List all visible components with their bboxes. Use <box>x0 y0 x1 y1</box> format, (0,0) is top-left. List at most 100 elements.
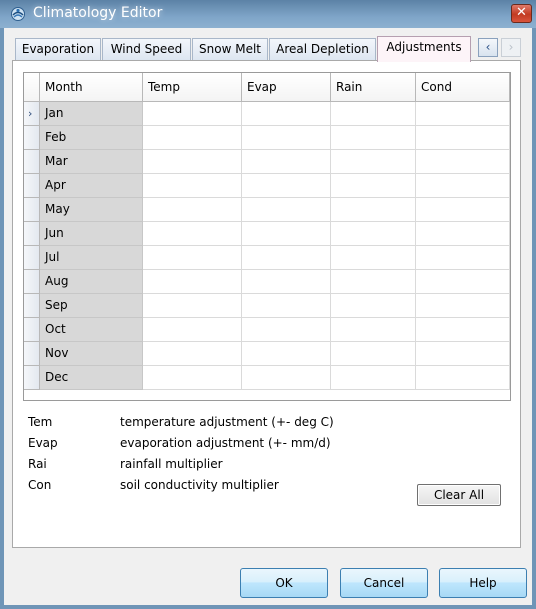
row-header[interactable] <box>24 294 40 318</box>
row-header[interactable]: › <box>24 102 40 126</box>
month-cell[interactable]: Jan <box>40 102 143 126</box>
temp-cell[interactable] <box>143 174 242 198</box>
tab-scroll-right-button[interactable]: › <box>501 38 521 57</box>
evap-cell[interactable] <box>242 222 331 246</box>
cond-cell[interactable] <box>416 126 510 150</box>
month-cell[interactable]: Oct <box>40 318 143 342</box>
month-cell[interactable]: Jun <box>40 222 143 246</box>
table-row[interactable]: Oct <box>24 318 510 342</box>
month-cell[interactable]: Aug <box>40 270 143 294</box>
month-cell[interactable]: May <box>40 198 143 222</box>
row-header[interactable] <box>24 366 40 390</box>
rain-cell[interactable] <box>331 222 416 246</box>
temp-cell[interactable] <box>143 366 242 390</box>
table-row[interactable]: Jun <box>24 222 510 246</box>
table-row[interactable]: › Jan <box>24 102 510 126</box>
temp-cell[interactable] <box>143 246 242 270</box>
month-cell[interactable]: Mar <box>40 150 143 174</box>
cond-cell[interactable] <box>416 342 510 366</box>
ok-button[interactable]: OK <box>240 568 328 598</box>
tab-areal-depletion[interactable]: Areal Depletion <box>269 38 376 60</box>
evap-cell[interactable] <box>242 150 331 174</box>
temp-cell[interactable] <box>143 126 242 150</box>
evap-cell[interactable] <box>242 270 331 294</box>
temp-cell[interactable] <box>143 318 242 342</box>
row-header[interactable] <box>24 318 40 342</box>
month-cell[interactable]: Dec <box>40 366 143 390</box>
rain-cell[interactable] <box>331 102 416 126</box>
evap-cell[interactable] <box>242 294 331 318</box>
table-row[interactable]: Dec <box>24 366 510 390</box>
evap-cell[interactable] <box>242 174 331 198</box>
column-header-rain[interactable]: Rain <box>331 73 416 102</box>
table-row[interactable]: Aug <box>24 270 510 294</box>
month-cell[interactable]: Apr <box>40 174 143 198</box>
rain-cell[interactable] <box>331 318 416 342</box>
temp-cell[interactable] <box>143 150 242 174</box>
adjustments-grid[interactable]: Month Temp Evap Rain Cond › Jan Feb Mar Apr M… <box>23 72 511 401</box>
temp-cell[interactable] <box>143 294 242 318</box>
cond-cell[interactable] <box>416 246 510 270</box>
table-row[interactable]: Feb <box>24 126 510 150</box>
column-header-evap[interactable]: Evap <box>242 73 331 102</box>
column-header-temp[interactable]: Temp <box>143 73 242 102</box>
cond-cell[interactable] <box>416 222 510 246</box>
table-row[interactable]: May <box>24 198 510 222</box>
cond-cell[interactable] <box>416 318 510 342</box>
evap-cell[interactable] <box>242 366 331 390</box>
row-header[interactable] <box>24 174 40 198</box>
tab-wind-speed[interactable]: Wind Speed <box>102 38 191 60</box>
cond-cell[interactable] <box>416 198 510 222</box>
rain-cell[interactable] <box>331 174 416 198</box>
month-cell[interactable]: Sep <box>40 294 143 318</box>
title-bar[interactable]: Climatology Editor ✕ <box>0 0 536 28</box>
cond-cell[interactable] <box>416 294 510 318</box>
cond-cell[interactable] <box>416 174 510 198</box>
tab-evaporation[interactable]: Evaporation <box>15 38 101 60</box>
evap-cell[interactable] <box>242 318 331 342</box>
column-header-month[interactable]: Month <box>40 73 143 102</box>
month-cell[interactable]: Jul <box>40 246 143 270</box>
cond-cell[interactable] <box>416 270 510 294</box>
rain-cell[interactable] <box>331 246 416 270</box>
table-row[interactable]: Jul <box>24 246 510 270</box>
rain-cell[interactable] <box>331 270 416 294</box>
tab-adjustments[interactable]: Adjustments <box>377 36 471 62</box>
temp-cell[interactable] <box>143 198 242 222</box>
cancel-button[interactable]: Cancel <box>340 568 428 598</box>
tab-snow-melt[interactable]: Snow Melt <box>192 38 268 60</box>
rain-cell[interactable] <box>331 366 416 390</box>
month-cell[interactable]: Nov <box>40 342 143 366</box>
rain-cell[interactable] <box>331 198 416 222</box>
row-header[interactable] <box>24 342 40 366</box>
row-header[interactable] <box>24 150 40 174</box>
rain-cell[interactable] <box>331 294 416 318</box>
clear-all-button[interactable]: Clear All <box>417 484 501 506</box>
tab-scroll-left-button[interactable]: ‹ <box>478 38 498 57</box>
cond-cell[interactable] <box>416 102 510 126</box>
evap-cell[interactable] <box>242 246 331 270</box>
close-button[interactable]: ✕ <box>511 4 532 23</box>
cond-cell[interactable] <box>416 150 510 174</box>
row-header[interactable] <box>24 246 40 270</box>
temp-cell[interactable] <box>143 102 242 126</box>
evap-cell[interactable] <box>242 342 331 366</box>
evap-cell[interactable] <box>242 198 331 222</box>
table-row[interactable]: Mar <box>24 150 510 174</box>
temp-cell[interactable] <box>143 270 242 294</box>
row-header[interactable] <box>24 222 40 246</box>
evap-cell[interactable] <box>242 126 331 150</box>
rain-cell[interactable] <box>331 150 416 174</box>
table-row[interactable]: Apr <box>24 174 510 198</box>
temp-cell[interactable] <box>143 342 242 366</box>
rain-cell[interactable] <box>331 126 416 150</box>
help-button[interactable]: Help <box>439 568 527 598</box>
row-header[interactable] <box>24 126 40 150</box>
rain-cell[interactable] <box>331 342 416 366</box>
column-header-cond[interactable]: Cond <box>416 73 510 102</box>
table-row[interactable]: Nov <box>24 342 510 366</box>
row-header[interactable] <box>24 198 40 222</box>
row-header[interactable] <box>24 270 40 294</box>
cond-cell[interactable] <box>416 366 510 390</box>
month-cell[interactable]: Feb <box>40 126 143 150</box>
